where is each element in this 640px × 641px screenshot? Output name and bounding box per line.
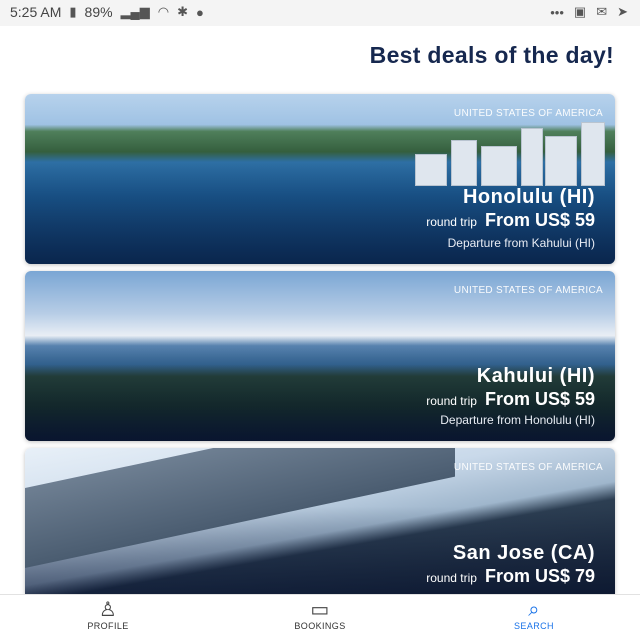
page-title: Best deals of the day! xyxy=(369,42,614,68)
location-icon: ● xyxy=(196,4,204,20)
profile-icon: ♙ xyxy=(98,599,118,621)
deal-trip-type: round trip xyxy=(426,215,477,229)
deal-country: UNITED STATES OF AMERICA xyxy=(453,462,603,473)
deal-card-honolulu[interactable]: UNITED STATES OF AMERICA Honolulu (HI) F… xyxy=(25,94,615,264)
status-battery: 89% xyxy=(84,4,113,20)
skyline-graphic xyxy=(385,116,615,186)
deal-price: From US$ 59 round trip xyxy=(426,389,595,410)
deal-country: UNITED STATES OF AMERICA xyxy=(453,108,603,119)
nav-bookings-label: BOOKINGS xyxy=(294,621,346,631)
briefcase-icon: ▭ xyxy=(310,599,330,621)
gallery-icon: ▣ xyxy=(573,4,587,19)
status-bar: 5:25 AM ▮ 89% ▂▄▆ ◠ ✱ ● ••• ▣ ✉ ➤ xyxy=(0,0,640,26)
deal-price-amount: From US$ 59 xyxy=(484,210,595,230)
deal-price: From US$ 59 round trip xyxy=(426,210,595,231)
message-icon: ✉ xyxy=(596,4,608,19)
deal-card-kahului[interactable]: UNITED STATES OF AMERICA Kahului (HI) Fr… xyxy=(25,271,615,441)
wifi-icon: ◠ xyxy=(157,4,170,19)
deal-city: Honolulu (HI) xyxy=(462,186,595,208)
nav-profile[interactable]: ♙ PROFILE xyxy=(58,599,158,631)
deal-country: UNITED STATES OF AMERICA xyxy=(453,285,603,296)
signal-icon: ▂▄▆ xyxy=(120,4,150,19)
deal-card-san-jose[interactable]: UNITED STATES OF AMERICA San Jose (CA) F… xyxy=(25,448,615,594)
status-right: ••• ▣ ✉ ➤ xyxy=(550,4,628,20)
deal-trip-type: round trip xyxy=(426,394,477,408)
more-icon: ••• xyxy=(550,4,564,20)
bottom-nav: ♙ PROFILE ▭ BOOKINGS ⌕ SEARCH xyxy=(0,594,640,641)
battery-icon: ▮ xyxy=(69,4,77,19)
deal-price-amount: From US$ 59 xyxy=(484,389,595,409)
nav-bookings[interactable]: ▭ BOOKINGS xyxy=(270,599,370,631)
deal-price: From US$ 79 round trip xyxy=(426,566,595,587)
send-icon: ➤ xyxy=(617,4,628,19)
deal-departure: Departure from Honolulu (HI) xyxy=(440,413,595,427)
deal-price-amount: From US$ 79 xyxy=(484,566,595,586)
deal-trip-type: round trip xyxy=(426,571,477,585)
bluetooth-icon: ✱ xyxy=(177,4,189,19)
nav-search-label: SEARCH xyxy=(514,621,554,631)
search-icon: ⌕ xyxy=(528,599,540,621)
status-left: 5:25 AM ▮ 89% ▂▄▆ ◠ ✱ ● xyxy=(10,4,204,20)
deal-city: Kahului (HI) xyxy=(476,365,595,387)
deal-city: San Jose (CA) xyxy=(452,542,595,564)
status-time: 5:25 AM xyxy=(10,4,62,20)
nav-profile-label: PROFILE xyxy=(87,621,129,631)
deal-departure: Departure from Kahului (HI) xyxy=(447,236,595,250)
nav-search[interactable]: ⌕ SEARCH xyxy=(484,599,584,631)
